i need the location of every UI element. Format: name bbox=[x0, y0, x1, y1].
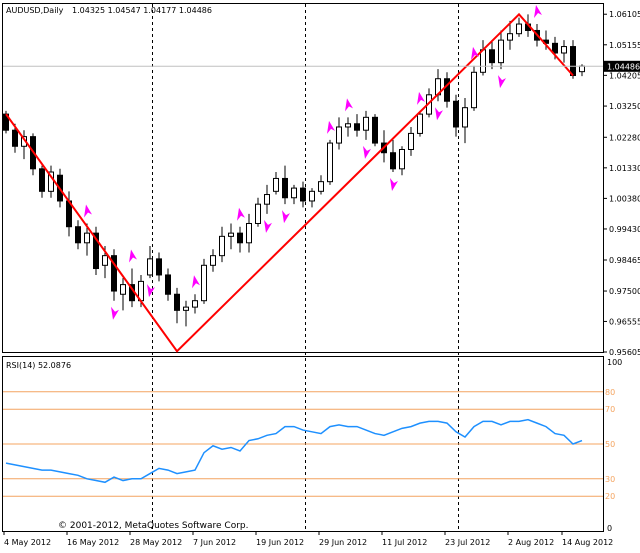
price-tick-label: 1.04205 bbox=[609, 71, 640, 80]
candle-body bbox=[561, 46, 567, 54]
price-tick-label: 1.02280 bbox=[609, 133, 640, 142]
price-tick-label: 1.00380 bbox=[609, 194, 640, 203]
rsi-level-label: 20 bbox=[605, 492, 615, 501]
candle-body bbox=[75, 226, 81, 244]
price-tick-label: 0.99430 bbox=[609, 225, 640, 234]
time-tick-label: 14 Aug 2012 bbox=[562, 538, 613, 547]
candle-body bbox=[84, 232, 90, 244]
candle-body bbox=[255, 203, 261, 224]
candle-body bbox=[183, 306, 189, 311]
candle-body bbox=[273, 177, 279, 192]
candle-body bbox=[507, 33, 513, 41]
candle-body bbox=[120, 284, 126, 295]
candle-body bbox=[408, 132, 414, 150]
candle-body bbox=[228, 232, 234, 237]
candle-body bbox=[201, 264, 207, 302]
candle-body bbox=[480, 49, 486, 73]
candle-body bbox=[372, 116, 378, 144]
chart-window: 1.06105 1.05155 1.04205 1.03250 1.02280 1.013… bbox=[0, 0, 640, 549]
rsi-level-label: 30 bbox=[605, 475, 615, 484]
time-tick-label: 23 Jul 2012 bbox=[445, 538, 490, 547]
time-tick-label: 11 Jul 2012 bbox=[382, 538, 427, 547]
time-tick-label: 19 Jun 2012 bbox=[256, 538, 304, 547]
candle-body bbox=[327, 142, 333, 183]
price-tick-label: 1.06105 bbox=[609, 10, 640, 19]
candle-body bbox=[552, 42, 558, 54]
candle-body bbox=[462, 107, 468, 128]
time-tick-label: 2 Aug 2012 bbox=[508, 538, 554, 547]
candle-body bbox=[246, 222, 252, 244]
chart-canvas: 1.06105 1.05155 1.04205 1.03250 1.02280 1.013… bbox=[0, 0, 640, 549]
rsi-level-label: 50 bbox=[605, 440, 615, 449]
candle-body bbox=[579, 65, 585, 73]
candle-body bbox=[264, 194, 270, 205]
candle-body bbox=[498, 39, 504, 64]
price-tick-label: 0.96555 bbox=[609, 317, 640, 326]
candle-body bbox=[237, 232, 243, 244]
time-tick-label: 29 Jun 2012 bbox=[319, 538, 367, 547]
price-tick-label: 0.95605 bbox=[609, 348, 640, 357]
price-tick-label: 1.05155 bbox=[609, 41, 640, 50]
price-tick-label: 1.01330 bbox=[609, 164, 640, 173]
current-price-label: 1.04486 bbox=[607, 62, 640, 71]
candle-body bbox=[363, 116, 369, 131]
candle-body bbox=[12, 129, 18, 147]
candle-body bbox=[336, 126, 342, 144]
candle-body bbox=[516, 23, 522, 35]
candle-body bbox=[210, 255, 216, 266]
candle-body bbox=[444, 78, 450, 102]
candle-body bbox=[453, 100, 459, 128]
candle-body bbox=[291, 187, 297, 199]
candle-body bbox=[219, 235, 225, 257]
candle-body bbox=[192, 300, 198, 308]
price-tick-label: 0.98465 bbox=[609, 256, 640, 265]
time-tick-label: 7 Jun 2012 bbox=[193, 538, 236, 547]
candle-body bbox=[354, 123, 360, 131]
symbol-label: AUDUSD,Daily bbox=[6, 6, 64, 15]
candle-body bbox=[282, 177, 288, 199]
candle-body bbox=[318, 181, 324, 192]
candle-body bbox=[174, 293, 180, 311]
rsi-tick-label: 100 bbox=[607, 358, 622, 367]
rsi-level-label: 70 bbox=[605, 405, 615, 414]
ohlc-label: 1.04325 1.04547 1.04177 1.04486 bbox=[72, 6, 212, 15]
candle-body bbox=[156, 258, 162, 276]
time-tick-label: 28 May 2012 bbox=[130, 538, 182, 547]
candle-body bbox=[489, 49, 495, 64]
candle-body bbox=[345, 123, 351, 128]
candle-body bbox=[39, 168, 45, 192]
rsi-level-label: 80 bbox=[605, 388, 615, 397]
candle-body bbox=[399, 148, 405, 170]
candle-body bbox=[417, 113, 423, 134]
price-tick-label: 1.03250 bbox=[609, 102, 640, 111]
rsi-tick-label: 0 bbox=[607, 524, 612, 533]
candle-body bbox=[471, 71, 477, 109]
candle-body bbox=[309, 190, 315, 202]
rsi-indicator-label: RSI(14) 52.0876 bbox=[6, 361, 71, 370]
price-tick-label: 0.97500 bbox=[609, 287, 640, 296]
candle-body bbox=[300, 187, 306, 202]
time-tick-label: 4 May 2012 bbox=[4, 538, 51, 547]
time-tick-label: 16 May 2012 bbox=[67, 538, 119, 547]
candle-body bbox=[390, 152, 396, 170]
candle-body bbox=[147, 258, 153, 276]
candle-body bbox=[165, 274, 171, 295]
candle-body bbox=[570, 46, 576, 77]
copyright-notice: © 2001-2012, MetaQuotes Software Corp. bbox=[58, 521, 249, 531]
candle-body bbox=[102, 255, 108, 266]
